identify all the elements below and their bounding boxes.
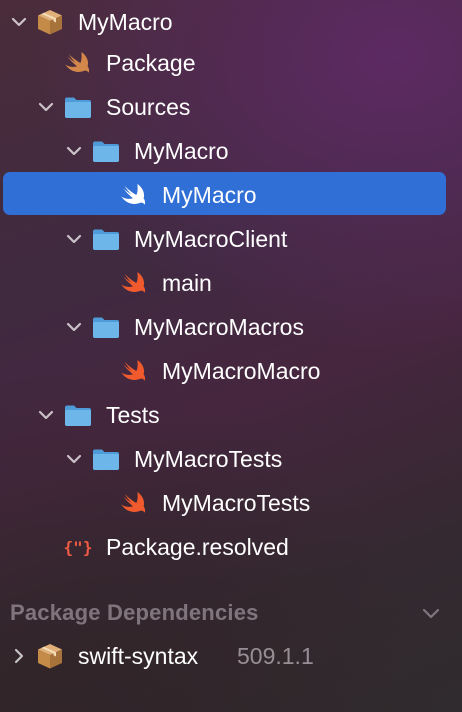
tree-row-label: MyMacroTests [134,446,283,472]
chevron-down-icon[interactable] [64,449,84,469]
project-navigator: MyMacro Package Sources MyMacro MyMacro … [0,0,462,712]
tree-row-package-file[interactable]: Package [0,41,462,85]
tree-row-label: Package.resolved [106,534,289,560]
tree-row-resolved-file[interactable]: {"} Package.resolved [0,525,462,569]
tree-row-tests-file[interactable]: MyMacroTests [0,481,462,525]
tree-row-label: MyMacroClient [134,226,288,252]
chevron-down-icon[interactable] [64,317,84,337]
tree-row-main-file[interactable]: main [0,261,462,305]
package-dependencies-header: Package Dependencies [10,600,259,625]
tree-row-label: MyMacro [78,9,173,35]
tree-row-label: MyMacro [162,182,257,208]
tree-row-root[interactable]: MyMacro [0,0,462,44]
chevron-down-icon[interactable] [64,229,84,249]
swift-file-icon [119,269,149,297]
tree-row-label: MyMacro [134,138,229,164]
folder-icon [63,401,93,429]
swift-file-icon [119,357,149,385]
tree-row-macro-file[interactable]: MyMacroMacro [0,349,462,393]
swift-file-icon [119,489,149,517]
package-icon [35,8,65,36]
json-file-icon: {"} [64,538,93,557]
tree-row-label: MyMacroTests [162,490,311,516]
folder-icon [91,137,121,165]
folder-icon [91,313,121,341]
tree-row-label: MyMacroMacro [162,358,321,384]
chevron-down-icon[interactable] [36,97,56,117]
tree-row-sources-folder[interactable]: Sources [0,85,462,129]
chevron-down-icon[interactable] [420,603,442,623]
chevron-down-icon[interactable] [36,405,56,425]
tree-row-client-folder[interactable]: MyMacroClient [0,217,462,261]
folder-icon [91,225,121,253]
tree-row-label: Package [106,50,196,76]
folder-icon [63,93,93,121]
dependency-name: swift-syntax [78,643,199,669]
tree-row-label: Sources [106,94,191,120]
tree-row-label: main [162,270,212,296]
chevron-right-icon[interactable] [9,646,29,666]
dependency-row-swift-syntax[interactable]: swift-syntax 509.1.1 [0,634,462,678]
folder-icon [91,445,121,473]
tree-row-mymacro-file[interactable]: MyMacro [0,173,462,217]
tree-row-mymacro-folder[interactable]: MyMacro [0,129,462,173]
tree-row-label: MyMacroMacros [134,314,304,340]
svg-text:{"}: {"} [64,538,93,557]
tree-row-tests-subfolder[interactable]: MyMacroTests [0,437,462,481]
tree-row-label: Tests [106,402,160,428]
tree-row-tests-folder[interactable]: Tests [0,393,462,437]
tree-row-macros-folder[interactable]: MyMacroMacros [0,305,462,349]
swift-file-icon [119,181,149,209]
package-icon [35,642,65,670]
swift-file-icon [63,49,93,77]
dependency-version: 509.1.1 [237,643,314,669]
chevron-down-icon[interactable] [9,12,29,32]
chevron-down-icon[interactable] [64,141,84,161]
